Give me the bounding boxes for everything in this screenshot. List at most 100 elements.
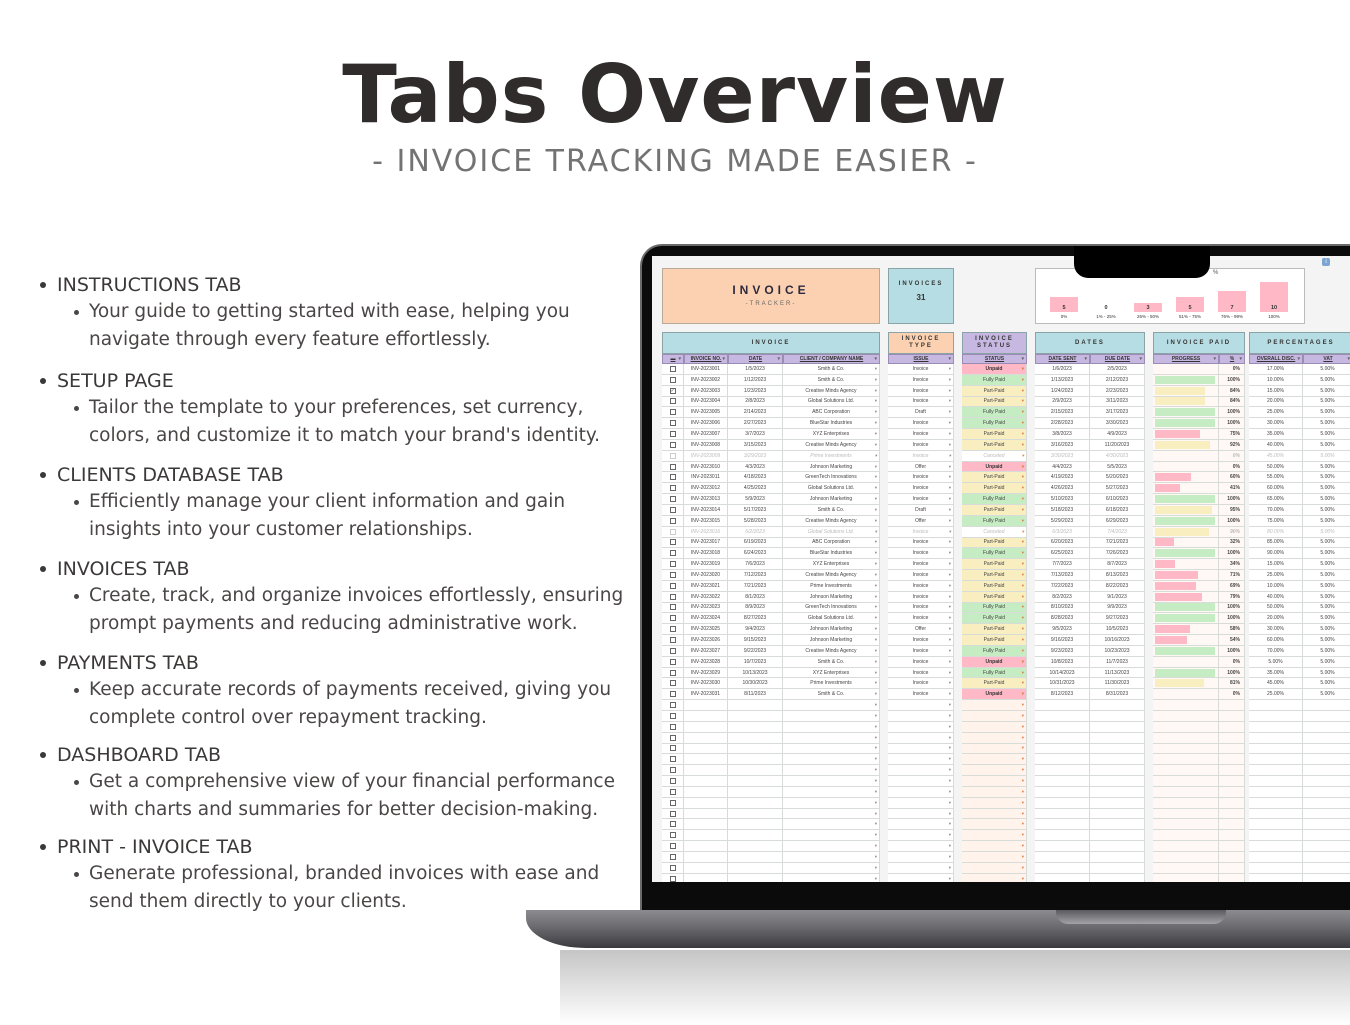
dropdown-icon[interactable]: ▾ [949, 745, 951, 751]
dropdown-icon[interactable]: ▾ [875, 670, 877, 676]
dropdown-icon[interactable]: ▾ [949, 832, 951, 838]
cell-client[interactable]: ▾ [783, 732, 880, 743]
dropdown-icon[interactable]: ▾ [949, 529, 951, 535]
dropdown-icon[interactable]: ▾ [1022, 604, 1024, 610]
dropdown-icon[interactable]: ▾ [1022, 789, 1024, 795]
status-dropdown[interactable]: Part-Paid ▾ [962, 678, 1027, 689]
status-dropdown[interactable]: ▾ [962, 754, 1027, 765]
row-checkbox-cell[interactable] [662, 429, 684, 439]
cell-issue[interactable]: ▾ [888, 830, 954, 841]
dropdown-icon[interactable]: ▾ [875, 735, 877, 741]
status-dropdown[interactable]: Part-Paid ▾ [962, 472, 1027, 483]
cell-client[interactable]: ▾ [783, 776, 880, 786]
row-checkbox-cell[interactable] [662, 494, 684, 504]
dropdown-icon[interactable]: ▾ [1022, 800, 1024, 806]
dropdown-icon[interactable]: ▾ [875, 550, 877, 556]
column-header-invoice-no[interactable]: INVOICE NO. ▾ [684, 354, 728, 364]
row-checkbox-cell[interactable] [662, 667, 684, 678]
cell-client[interactable]: Prime Investments ▾ [783, 450, 880, 461]
column-header-date-sent[interactable]: DATE SENT ▾ [1035, 354, 1090, 364]
row-checkbox-cell[interactable] [662, 580, 684, 591]
row-checkbox-cell[interactable] [662, 450, 684, 461]
dropdown-icon[interactable]: ▾ [949, 821, 951, 827]
cell-issue[interactable]: Invoice ▾ [888, 483, 954, 494]
cell-issue[interactable]: ▾ [888, 721, 954, 732]
dropdown-icon[interactable]: ▾ [875, 778, 877, 784]
dropdown-icon[interactable]: ▾ [949, 604, 951, 610]
dropdown-icon[interactable]: ▾ [949, 637, 951, 643]
dropdown-icon[interactable]: ▾ [949, 680, 951, 686]
status-dropdown[interactable]: Fully Paid ▾ [962, 602, 1027, 613]
cell-issue[interactable]: Invoice ▾ [888, 559, 954, 570]
cell-issue[interactable]: Invoice ▾ [888, 570, 954, 580]
dropdown-icon[interactable]: ▾ [875, 876, 877, 882]
row-checkbox[interactable] [669, 777, 676, 784]
row-checkbox-cell[interactable] [662, 819, 684, 830]
dropdown-icon[interactable]: ▾ [875, 474, 877, 480]
cell-issue[interactable]: Invoice ▾ [888, 656, 954, 667]
row-checkbox[interactable] [669, 463, 676, 470]
dropdown-icon[interactable]: ▾ [875, 659, 877, 665]
row-checkbox[interactable] [669, 723, 676, 730]
dropdown-icon[interactable]: ▾ [875, 485, 877, 491]
dropdown-icon[interactable]: ▾ [949, 713, 951, 719]
dropdown-icon[interactable]: ▾ [949, 843, 951, 849]
row-checkbox[interactable] [669, 637, 676, 644]
status-dropdown[interactable]: ▾ [962, 743, 1027, 754]
row-checkbox[interactable] [669, 680, 676, 687]
row-checkbox-cell[interactable] [662, 407, 684, 418]
dropdown-icon[interactable]: ▾ [1022, 735, 1024, 741]
dropdown-icon[interactable]: ▾ [949, 865, 951, 871]
row-checkbox-cell[interactable] [662, 504, 684, 515]
status-dropdown[interactable]: ▾ [962, 841, 1027, 851]
status-dropdown[interactable]: Unpaid ▾ [962, 364, 1027, 374]
dropdown-icon[interactable]: ▾ [1022, 865, 1024, 871]
cell-issue[interactable]: ▾ [888, 862, 954, 873]
dropdown-icon[interactable]: ▾ [949, 811, 951, 817]
column-header-vat[interactable]: VAT ▾ [1303, 354, 1350, 364]
dropdown-icon[interactable]: ▾ [875, 398, 877, 404]
dropdown-icon[interactable]: ▾ [1022, 507, 1024, 513]
cell-issue[interactable]: Invoice ▾ [888, 689, 954, 700]
dropdown-icon[interactable]: ▾ [875, 464, 877, 470]
dropdown-icon[interactable]: ▾ [1022, 539, 1024, 545]
row-checkbox[interactable] [669, 702, 676, 709]
cell-issue[interactable]: Invoice ▾ [888, 450, 954, 461]
dropdown-icon[interactable]: ▾ [1022, 561, 1024, 567]
filter-dropdown-icon[interactable]: ▾ [1021, 356, 1024, 362]
status-dropdown[interactable]: Part-Paid ▾ [962, 580, 1027, 591]
cell-client[interactable]: ▾ [783, 743, 880, 754]
cell-issue[interactable]: ▾ [888, 765, 954, 776]
cell-client[interactable]: Smith & Co. ▾ [783, 364, 880, 374]
cell-client[interactable]: ▾ [783, 797, 880, 808]
dropdown-icon[interactable]: ▾ [875, 854, 877, 860]
status-dropdown[interactable]: Part-Paid ▾ [962, 396, 1027, 407]
cell-client[interactable]: XYZ Enterprises ▾ [783, 429, 880, 439]
dropdown-icon[interactable]: ▾ [875, 821, 877, 827]
row-checkbox[interactable] [669, 420, 676, 427]
dropdown-icon[interactable]: ▾ [1022, 388, 1024, 394]
dropdown-icon[interactable]: ▾ [1022, 398, 1024, 404]
cell-issue[interactable]: Invoice ▾ [888, 602, 954, 613]
status-dropdown[interactable]: ▾ [962, 776, 1027, 786]
row-checkbox[interactable] [669, 430, 676, 437]
row-checkbox-cell[interactable] [662, 548, 684, 559]
dropdown-icon[interactable]: ▾ [1022, 659, 1024, 665]
filter-dropdown-icon[interactable]: ▾ [1213, 356, 1216, 362]
cell-client[interactable]: Johnson Marketing ▾ [783, 635, 880, 645]
dropdown-icon[interactable]: ▾ [1022, 518, 1024, 524]
dropdown-icon[interactable]: ▾ [1022, 724, 1024, 730]
row-checkbox[interactable] [669, 398, 676, 405]
dropdown-icon[interactable]: ▾ [875, 583, 877, 589]
dropdown-icon[interactable]: ▾ [949, 659, 951, 665]
dropdown-icon[interactable]: ▾ [1022, 496, 1024, 502]
dropdown-icon[interactable]: ▾ [875, 604, 877, 610]
cell-client[interactable]: ▾ [783, 830, 880, 841]
dropdown-icon[interactable]: ▾ [949, 507, 951, 513]
status-dropdown[interactable]: Part-Paid ▾ [962, 570, 1027, 580]
column-header-issue[interactable]: ISSUE ▾ [888, 354, 954, 364]
row-checkbox[interactable] [669, 604, 676, 611]
status-dropdown[interactable]: ▾ [962, 700, 1027, 710]
dropdown-icon[interactable]: ▾ [875, 431, 877, 437]
cell-issue[interactable]: Invoice ▾ [888, 537, 954, 548]
